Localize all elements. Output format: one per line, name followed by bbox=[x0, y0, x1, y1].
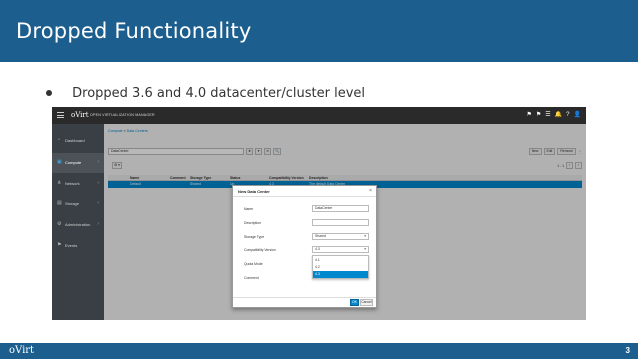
storage-icon: ▤ bbox=[57, 200, 62, 206]
masthead-icons: ⚑ ⚑ ☰ 🔔 ? 👤 bbox=[527, 110, 581, 120]
dropdown-option-4-1[interactable]: 4.1 bbox=[313, 257, 368, 264]
bookmark-icon[interactable]: ⚑ bbox=[527, 110, 532, 120]
slide-header: Dropped Functionality bbox=[0, 0, 638, 62]
sidebar-item-label: Administration bbox=[65, 222, 91, 227]
sidebar: ◔ Dashboard ▣ Compute › ⋔ Network › ▤ St… bbox=[52, 124, 104, 320]
divider bbox=[233, 196, 376, 197]
network-icon: ⋔ bbox=[57, 180, 62, 186]
sidebar-item-compute[interactable]: ▣ Compute › bbox=[52, 153, 104, 173]
help-icon[interactable]: ? bbox=[566, 110, 569, 120]
footer-logo: oVirt bbox=[9, 345, 35, 356]
sidebar-item-events[interactable]: ⚑ Events bbox=[52, 236, 104, 256]
dropdown-option-4-2[interactable]: 4.2 bbox=[313, 264, 368, 271]
sidebar-item-label: Events bbox=[65, 243, 78, 248]
bell-icon[interactable]: 🔔 bbox=[555, 110, 562, 120]
description-label: Description bbox=[244, 221, 261, 225]
main-content: Compute » Data Centers DataCenter: ★ ▾ ✕… bbox=[104, 124, 586, 320]
dashboard-icon: ◔ bbox=[57, 137, 61, 143]
storage-type-label: Storage Type bbox=[244, 235, 265, 239]
sidebar-item-storage[interactable]: ▤ Storage › bbox=[52, 194, 104, 214]
sidebar-item-label: Dashboard bbox=[65, 138, 85, 143]
hamburger-menu-icon[interactable] bbox=[57, 112, 64, 118]
name-field[interactable]: DataCenter bbox=[312, 205, 369, 212]
new-data-center-dialog: New Data Center × Name DataCenter Descri… bbox=[232, 185, 377, 308]
gear-icon: ⚙ bbox=[57, 221, 62, 227]
dropdown-option-4-3[interactable]: 4.3 bbox=[313, 271, 368, 278]
cancel-button[interactable]: Cancel bbox=[360, 299, 373, 306]
compat-version-select[interactable]: 4.3 ▾ bbox=[312, 246, 369, 253]
sidebar-item-label: Compute bbox=[65, 160, 82, 165]
name-label: Name bbox=[244, 207, 254, 211]
page-number: 3 bbox=[625, 346, 630, 355]
masthead: oVirt OPEN VIRTUALIZATION MANAGER ⚑ ⚑ ☰ … bbox=[52, 107, 586, 124]
quota-mode-label: Quota Mode bbox=[244, 262, 263, 266]
close-icon[interactable]: × bbox=[369, 188, 372, 194]
bullet-item: Dropped 3.6 and 4.0 datacenter/cluster l… bbox=[46, 86, 365, 101]
bullet-text: Dropped 3.6 and 4.0 datacenter/cluster l… bbox=[72, 86, 365, 101]
description-field[interactable] bbox=[312, 219, 369, 226]
divider bbox=[233, 297, 376, 298]
bullet-dot-icon bbox=[46, 89, 52, 96]
slide-title: Dropped Functionality bbox=[16, 19, 252, 43]
sidebar-item-network[interactable]: ⋔ Network › bbox=[52, 174, 104, 194]
dialog-title: New Data Center bbox=[238, 189, 270, 194]
tasks-icon[interactable]: ☰ bbox=[545, 110, 550, 120]
user-icon[interactable]: 👤 bbox=[574, 110, 581, 120]
storage-type-select[interactable]: Shared ▾ bbox=[312, 233, 369, 240]
chevron-right-icon: › bbox=[97, 221, 99, 227]
compat-version-value: 4.3 bbox=[315, 247, 320, 251]
storage-type-value: Shared bbox=[315, 234, 326, 238]
sidebar-item-label: Network bbox=[65, 181, 80, 186]
sidebar-item-label: Storage bbox=[65, 201, 80, 206]
comment-label: Comment bbox=[244, 276, 259, 280]
brand-logo: oVirt bbox=[71, 111, 89, 119]
ok-button[interactable]: OK bbox=[350, 299, 359, 306]
tag-icon[interactable]: ⚑ bbox=[536, 110, 541, 120]
compat-version-dropdown: 4.1 4.2 4.3 bbox=[312, 255, 369, 279]
chevron-right-icon: › bbox=[97, 180, 99, 186]
compat-version-label: Compatibility Version bbox=[244, 248, 276, 252]
slide-footer: oVirt 3 bbox=[0, 343, 638, 359]
chevron-right-icon: › bbox=[97, 200, 99, 206]
sidebar-item-administration[interactable]: ⚙ Administration › bbox=[52, 215, 104, 235]
chevron-right-icon: › bbox=[97, 159, 99, 165]
flag-icon: ⚑ bbox=[57, 242, 62, 248]
chevron-down-icon: ▾ bbox=[364, 247, 366, 251]
product-name: OPEN VIRTUALIZATION MANAGER bbox=[90, 113, 155, 117]
sidebar-item-dashboard[interactable]: ◔ Dashboard bbox=[52, 131, 104, 151]
compute-icon: ▣ bbox=[57, 159, 62, 165]
chevron-down-icon: ▾ bbox=[364, 234, 366, 238]
ovirt-screenshot: oVirt OPEN VIRTUALIZATION MANAGER ⚑ ⚑ ☰ … bbox=[52, 107, 586, 320]
